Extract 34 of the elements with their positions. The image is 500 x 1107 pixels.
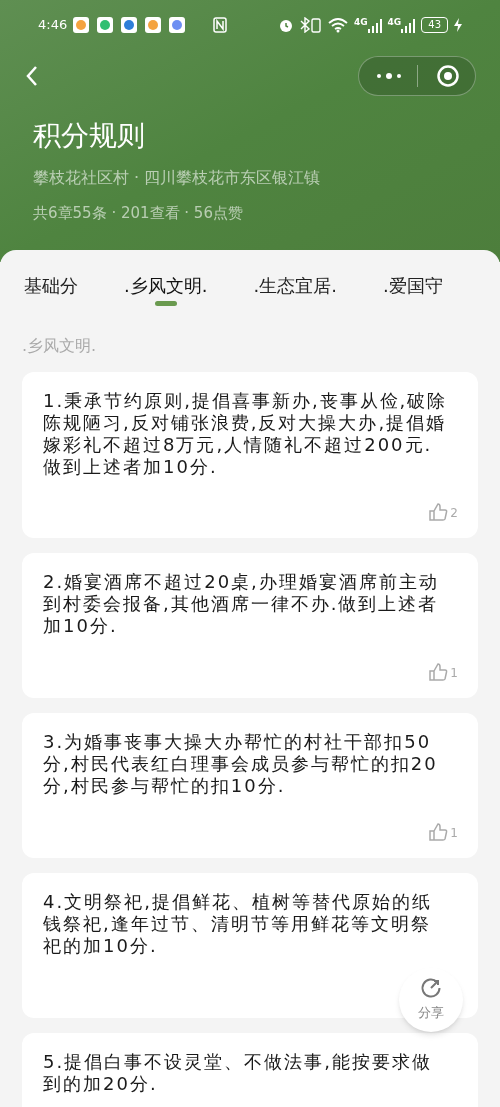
battery-indicator: 43 <box>421 17 448 33</box>
rule-text: 4.文明祭祀,提倡鲜花、植树等替代原始的纸钱祭祀,逢年过节、清明节等用鲜花等文明祭祀的加10分. <box>43 891 433 957</box>
rule-text: 3.为婚事丧事大操大办帮忙的村社干部扣50分,村民代表红白理事会成员参与帮忙的扣20分,村民参与帮忙的扣10分. <box>43 731 439 797</box>
app-notification-icon <box>73 17 90 33</box>
app-notification-icon <box>145 17 162 33</box>
category-tab[interactable]: 基础分 <box>24 272 78 306</box>
alarm-icon <box>277 17 294 33</box>
page-title: 积分规则 <box>33 118 146 154</box>
signal-icon <box>367 18 382 33</box>
share-icon <box>420 977 442 1000</box>
app-notification-icon <box>169 17 186 33</box>
rule-text: 5.提倡白事不设灵堂、不做法事,能按要求做到的加20分. <box>43 1051 433 1095</box>
section-title: .乡风文明. <box>22 335 98 357</box>
charging-icon <box>454 18 462 32</box>
rule-text: 2.婚宴酒席不超过20桌,办理婚宴酒席前主动到村委会报备,其他酒席一律不办.做到上述者加10分. <box>43 571 440 637</box>
wifi-icon <box>327 17 348 33</box>
category-tab[interactable]: .爱国守 <box>382 272 443 306</box>
rule-text: 1.秉承节约原则,提倡喜事新办,丧事从俭,破除陈规陋习,反对铺张浪费,反对大操大办,提倡婚嫁彩礼不超过8万元,人情随礼不超过200元.做到上述者加10分. <box>43 390 448 478</box>
stats-text: 共6章55条 · 201查看 · 56点赞 <box>33 203 243 224</box>
network-type-label: 4G <box>387 17 402 27</box>
capsule-menu[interactable] <box>358 56 476 96</box>
nfc-icon <box>213 17 228 33</box>
close-circle-icon[interactable] <box>436 64 460 88</box>
category-tab[interactable]: .乡风文明. <box>124 272 208 306</box>
category-tab[interactable]: .生态宜居. <box>253 272 337 306</box>
back-icon[interactable] <box>24 64 40 88</box>
signal-icon <box>401 18 416 33</box>
app-notification-icon <box>121 17 138 33</box>
status-time: 4:46 <box>38 16 68 35</box>
bluetooth-vibrate-icon <box>299 17 322 33</box>
app-notification-icon <box>97 17 114 33</box>
network-type-label: 4G <box>353 17 368 27</box>
more-icon[interactable] <box>375 71 403 81</box>
location-text: 攀枝花社区村 · 四川攀枝花市东区银江镇 <box>33 167 322 189</box>
